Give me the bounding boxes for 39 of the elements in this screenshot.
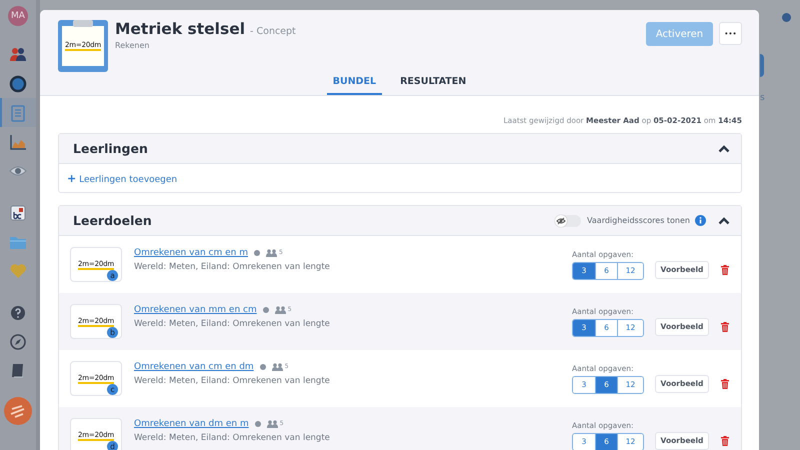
chevron-up-icon[interactable] (718, 216, 730, 224)
modal-title: Metriek stelsel (115, 20, 246, 38)
toggle-switch[interactable] (555, 214, 582, 226)
eye-off-icon (556, 216, 566, 224)
circle-icon (8, 74, 28, 94)
group-icon (274, 306, 286, 314)
info-icon[interactable] (695, 215, 706, 226)
toggle-label: Vaardigheidsscores tonen (587, 216, 690, 225)
chevron-up-icon[interactable] (718, 144, 730, 152)
goal-link[interactable]: Omrekenen van cm en dm (134, 362, 254, 372)
section-title: Leerlingen (73, 141, 148, 156)
text-fragment: s (760, 93, 765, 103)
group-icon (272, 362, 283, 370)
subject-label: Rekenen (115, 41, 150, 50)
clipboard-clip (73, 20, 93, 27)
group-icon (266, 248, 277, 256)
tab[interactable]: BUNDEL (326, 76, 382, 95)
avatar: MA (8, 6, 28, 26)
goal-subtitle: Wereld: Meten, Eiland: Omrekenen van lengte (134, 262, 331, 272)
goal-subtitle: Wereld: Meten, Eiland: Omrekenen van lengte (134, 376, 331, 386)
button-edge (760, 54, 764, 77)
tab[interactable]: RESULTATEN (394, 76, 472, 95)
goal-subtitle: Wereld: Meten, Eiland: Omrekenen van lengte (134, 318, 331, 328)
logo-icon[interactable] (4, 397, 32, 425)
letters-icon (8, 202, 28, 222)
add-students-link[interactable]: + Leerlingen toevoegen (67, 172, 178, 184)
trash-icon[interactable] (721, 436, 729, 446)
trash-icon[interactable] (721, 322, 729, 332)
info-icon (782, 13, 791, 22)
group-icon (266, 420, 278, 428)
goal-link[interactable]: Omrekenen van cm en m (134, 248, 248, 258)
trash-icon[interactable] (721, 378, 729, 388)
trash-icon[interactable] (721, 264, 729, 274)
compass-icon (8, 332, 28, 352)
goal-subtitle: Wereld: Meten, Eiland: Omrekenen van lengte (134, 432, 331, 442)
goal-link[interactable]: Omrekenen van mm en cm (134, 304, 257, 314)
section-title: Leerdoelen (73, 213, 152, 228)
goal-link[interactable]: Omrekenen van dm en m (134, 418, 249, 428)
status-label: - Concept (250, 26, 296, 37)
